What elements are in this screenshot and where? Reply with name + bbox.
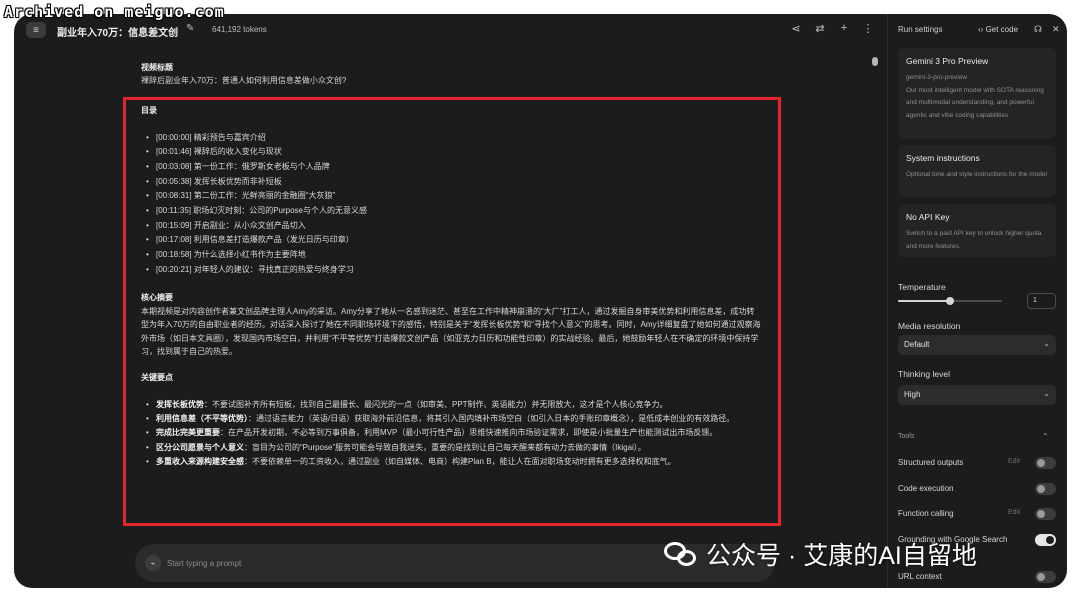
video-title-text: 裸辞后副业年入70万：普通人如何利用信息差做小众文创? — [141, 76, 347, 85]
close-panel-icon[interactable]: ✕ — [1052, 24, 1060, 35]
temperature-slider[interactable] — [898, 297, 1002, 305]
tool-name: Code execution — [898, 484, 954, 493]
tool-edit-link[interactable]: Edit — [1008, 458, 1020, 465]
wechat-watermark-text: 公众号 · 艾康的AI自留地 — [706, 542, 977, 570]
key-point-bold: 区分公司愿景与个人意义 — [156, 442, 244, 452]
key-point-bold: 完成比完美更重要 — [156, 428, 220, 438]
get-code-button[interactable]: ‹› Get code — [978, 25, 1018, 34]
toolbar-icons: ⋖ ⇄ + ⋮ — [790, 22, 874, 35]
app-window: ≡ 副业年入70万：信息差文创 ✎ 641,192 tokens ⋖ ⇄ + ⋮… — [14, 14, 1067, 588]
key-point-item: 完成比完美更重要：在产品开发初期，不必等到万事俱备，利用MVP（最小可行性产品）… — [145, 426, 761, 440]
toc-item: [00:08:31] 第二份工作：光鲜亮丽的金融圈“大灰狼” — [145, 189, 761, 204]
get-code-label: Get code — [985, 25, 1019, 34]
system-instructions-desc: Optional tone and style instructions for… — [906, 171, 1047, 178]
chevron-down-icon: ⌄ — [1043, 389, 1050, 398]
key-point-item: 区分公司愿景与个人意义：盲目为公司的“Purpose”服务可能会导致自我迷失，重… — [145, 441, 761, 455]
toc-item: [00:00:00] 精彩预告与嘉宾介绍 — [145, 131, 761, 146]
tool-function-calling: Function calling Edit — [898, 508, 1056, 522]
token-count: 641,192 tokens — [212, 25, 267, 34]
thinking-level-value: High — [904, 390, 921, 399]
run-settings-title: Run settings — [898, 25, 943, 34]
tools-section-label: Tools — [898, 433, 915, 440]
key-point-text: ：不要试图补齐所有短板，找到自己最擅长、最闪光的一点（如审美、PPT制作、英语能… — [204, 399, 668, 409]
toc-item: [00:17:08] 利用信息差打造爆款产品（发光日历与印章） — [145, 233, 761, 248]
tool-toggle[interactable] — [1035, 457, 1056, 469]
chevron-up-icon[interactable]: ⌃ — [1042, 432, 1049, 441]
summary-paragraph: 本期视频是对内容创作者兼文创品牌主理人Amy的采访。Amy分享了她从一名感到迷茫… — [141, 307, 761, 356]
conversation-title: 副业年入70万：信息差文创 — [57, 28, 179, 39]
key-point-bold: 利用信息差（不平等优势） — [156, 414, 248, 424]
wechat-logo-icon — [664, 540, 698, 568]
api-key-title: No API Key — [906, 212, 950, 222]
more-options-icon[interactable]: ⋮ — [862, 22, 874, 35]
toc-item: [00:11:35] 职场幻灭时刻：公司的Purpose与个人的无意义感 — [145, 204, 761, 219]
key-point-item: 发挥长板优势：不要试图补齐所有短板，找到自己最擅长、最闪光的一点（如审美、PPT… — [145, 398, 761, 412]
api-key-desc: Switch to a paid API key to unlock highe… — [906, 230, 1042, 250]
summary-heading: 核心摘要 — [141, 292, 173, 302]
temperature-slider-fill — [898, 300, 950, 302]
tool-toggle[interactable] — [1035, 508, 1056, 520]
tool-name: URL context — [898, 572, 942, 581]
toc-heading: 目录 — [141, 106, 157, 115]
temperature-value-input[interactable]: 1 — [1027, 293, 1056, 309]
scrollbar-thumb[interactable] — [872, 57, 878, 66]
response-content: 目录 [00:00:00] 精彩预告与嘉宾介绍 [00:01:46] 裸辞后的收… — [141, 104, 761, 469]
model-name: Gemini 3 Pro Preview — [906, 56, 989, 66]
audio-icon[interactable]: ☊ — [1034, 24, 1042, 35]
toc-item: [00:18:58] 为什么选择小红书作为主要阵地 — [145, 248, 761, 263]
key-point-item: 利用信息差（不平等优势）：通过语言能力（英语/日语）获取海外前沿信息，将其引入国… — [145, 412, 761, 426]
tool-code-execution: Code execution — [898, 483, 1056, 497]
model-selector-card[interactable]: Gemini 3 Pro Preview gemini-3-pro-previe… — [898, 48, 1056, 139]
toc-list: [00:00:00] 精彩预告与嘉宾介绍 [00:01:46] 裸辞后的收入变化… — [145, 131, 761, 278]
run-settings-panel: Run settings ‹› Get code ☊ ✕ Gemini 3 Pr… — [887, 14, 1067, 588]
toc-item: [00:15:09] 开启副业：从小众文创产品切入 — [145, 219, 761, 234]
tool-edit-link[interactable]: Edit — [1008, 509, 1020, 516]
toc-item: [00:01:46] 裸辞后的收入变化与现状 — [145, 145, 761, 160]
share-icon[interactable]: ⋖ — [790, 22, 802, 35]
media-resolution-label: Media resolution — [898, 321, 961, 331]
toc-item: [00:03:08] 第一份工作：俄罗斯女老板与个人品牌 — [145, 160, 761, 175]
code-icon: ‹› — [978, 25, 984, 34]
tool-structured-outputs: Structured outputs Edit — [898, 457, 1056, 471]
thinking-level-label: Thinking level — [898, 369, 950, 379]
api-key-card[interactable]: No API Key Switch to a paid API key to u… — [898, 204, 1056, 257]
temperature-label: Temperature — [898, 282, 946, 292]
tool-name: Structured outputs — [898, 458, 964, 467]
edit-title-icon[interactable]: ✎ — [186, 23, 194, 34]
new-chat-icon[interactable]: + — [838, 22, 850, 35]
tool-toggle[interactable] — [1035, 534, 1056, 546]
key-point-bold: 多重收入来源构建安全感 — [156, 456, 244, 466]
key-point-text: ：不要依赖单一的工资收入，通过副业（如自媒体、电商）构建Plan B，能让人在面… — [244, 456, 676, 466]
key-point-text: ：盲目为公司的“Purpose”服务可能会导致自我迷失，重要的是找到让自己每天醒… — [244, 442, 646, 452]
archive-watermark: Archived on meiguo.com — [4, 3, 225, 21]
attach-icon[interactable]: ⌁ — [145, 555, 161, 571]
tool-toggle[interactable] — [1035, 571, 1056, 583]
wechat-watermark: 公众号 · 艾康的AI自留地 — [664, 536, 977, 572]
menu-toggle-icon[interactable]: ≡ — [26, 22, 46, 38]
video-title-label: 视频标题 — [141, 63, 173, 72]
media-resolution-value: Default — [904, 340, 930, 349]
key-point-item: 多重收入来源构建安全感：不要依赖单一的工资收入，通过副业（如自媒体、电商）构建P… — [145, 455, 761, 469]
tool-url-context: URL context — [898, 571, 1056, 585]
model-id: gemini-3-pro-preview — [906, 74, 968, 81]
toc-item: [00:20:21] 对年轻人的建议：寻找真正的热爱与终身学习 — [145, 263, 761, 278]
temperature-slider-thumb[interactable] — [946, 297, 954, 305]
thinking-level-select[interactable]: High ⌄ — [898, 385, 1056, 405]
key-point-bold: 发挥长板优势 — [156, 399, 204, 409]
key-point-text: ：在产品开发初期，不必等到万事俱备，利用MVP（最小可行性产品）思维快速推向市场… — [220, 428, 718, 438]
toc-item: [00:05:38] 发挥长板优势而非补短板 — [145, 175, 761, 190]
key-points-list: 发挥长板优势：不要试图补齐所有短板，找到自己最擅长、最闪光的一点（如审美、PPT… — [145, 398, 761, 469]
chevron-down-icon: ⌄ — [1043, 339, 1050, 348]
tool-name: Function calling — [898, 509, 954, 518]
system-instructions-card[interactable]: System instructions Optional tone and st… — [898, 145, 1056, 197]
key-point-text: ：通过语言能力（英语/日语）获取海外前沿信息，将其引入国内填补市场空白（如引入日… — [248, 414, 735, 424]
compare-icon[interactable]: ⇄ — [814, 22, 826, 35]
key-points-heading: 关键要点 — [141, 373, 173, 383]
chat-area: 视频标题 裸辞后副业年入70万：普通人如何利用信息差做小众文创? 目录 [00:… — [14, 46, 880, 588]
prompt-input[interactable] — [167, 554, 667, 572]
tool-toggle[interactable] — [1035, 483, 1056, 495]
system-instructions-title: System instructions — [906, 153, 980, 163]
media-resolution-select[interactable]: Default ⌄ — [898, 335, 1056, 355]
model-description: Our most intelligent model with SOTA rea… — [906, 86, 1044, 119]
